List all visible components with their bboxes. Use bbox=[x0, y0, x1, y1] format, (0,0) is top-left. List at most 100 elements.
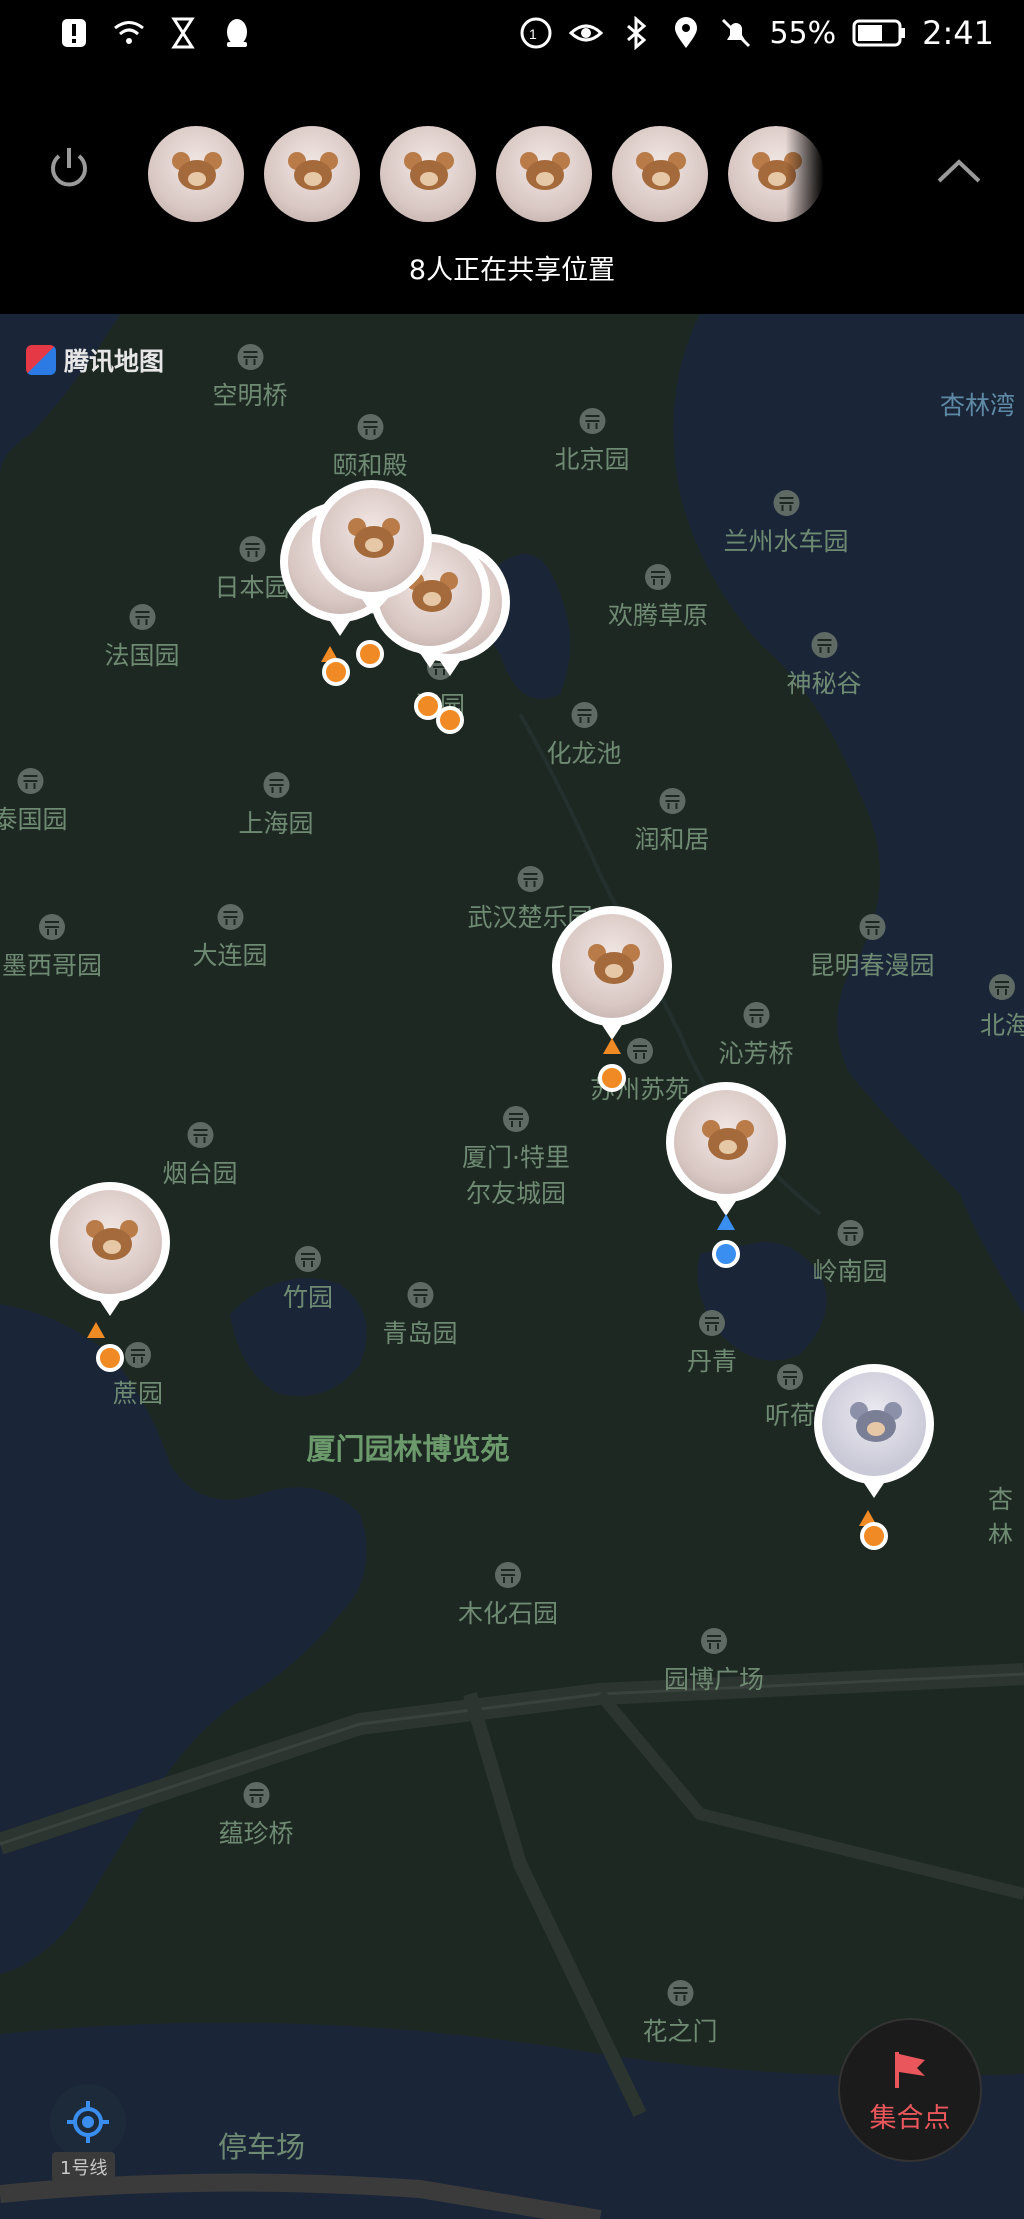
qq-icon bbox=[227, 19, 247, 47]
poi-runheju[interactable]: 润和居 bbox=[634, 788, 710, 856]
pavilion-icon bbox=[294, 1246, 321, 1272]
battery-icon bbox=[852, 19, 906, 47]
poi-faguoyuan[interactable]: 法国园 bbox=[104, 604, 180, 672]
poi-lingnan[interactable]: 岭南园 bbox=[812, 1220, 888, 1288]
heading-arrow-icon bbox=[87, 1322, 105, 1338]
tencent-map-icon bbox=[26, 345, 56, 375]
poi-huazhimen[interactable]: 花之门 bbox=[642, 1980, 718, 2048]
pavilion-icon bbox=[128, 604, 155, 630]
member-avatar[interactable] bbox=[264, 126, 360, 222]
locate-me-button[interactable] bbox=[50, 2084, 126, 2160]
hd-call-icon: 1 bbox=[520, 17, 552, 49]
svg-text:1: 1 bbox=[529, 26, 537, 42]
pavilion-icon bbox=[38, 914, 65, 940]
pavilion-icon bbox=[700, 1628, 727, 1654]
gather-point-button[interactable]: 集合点 bbox=[838, 2018, 982, 2162]
pavilion-icon bbox=[16, 768, 43, 794]
pavilion-icon bbox=[356, 414, 383, 440]
pavilion-icon bbox=[570, 702, 597, 728]
self-location-dot[interactable] bbox=[712, 1240, 740, 1268]
poi-tinghe[interactable]: 听荷 bbox=[765, 1364, 815, 1432]
map-view[interactable]: 腾讯地图 杏林湾 空明桥 颐和殿 北京园 兰州水车园 日本园 欢腾草原 法国园 … bbox=[0, 314, 1024, 2219]
pavilion-icon bbox=[836, 1220, 863, 1246]
pavilion-icon bbox=[644, 564, 671, 590]
poi-yiheyuan[interactable]: 颐和殿 bbox=[332, 414, 408, 482]
poi-shenmigu[interactable]: 神秘谷 bbox=[786, 632, 862, 700]
pavilion-icon bbox=[236, 344, 263, 370]
clock: 2:41 bbox=[922, 14, 994, 52]
poi-ribenyuan[interactable]: 日本园 bbox=[214, 536, 290, 604]
poi-kunming[interactable]: 昆明春漫园 bbox=[809, 914, 935, 982]
crosshair-icon bbox=[67, 2101, 109, 2143]
poi-hualongchi[interactable]: 化龙池 bbox=[546, 702, 622, 770]
power-icon[interactable] bbox=[42, 142, 96, 196]
pavilion-icon bbox=[772, 490, 799, 516]
member-pin[interactable] bbox=[552, 906, 672, 1040]
chevron-up-icon[interactable] bbox=[934, 156, 984, 186]
parking-label: 停车场 bbox=[218, 2130, 306, 2164]
flag-icon bbox=[895, 2051, 925, 2088]
edge-label-xinglinwan: 杏林湾 bbox=[940, 391, 1016, 420]
member-avatar[interactable] bbox=[728, 126, 824, 222]
poi-yantaiyuan[interactable]: 烟台园 bbox=[162, 1122, 238, 1190]
member-location-dot[interactable] bbox=[322, 658, 350, 686]
gather-point-label: 集合点 bbox=[869, 2102, 951, 2134]
status-bar: 1 55% 2:41 bbox=[0, 0, 1024, 72]
pavilion-icon bbox=[742, 1002, 769, 1028]
battery-percent: 55% bbox=[769, 15, 837, 51]
poi-qingdao[interactable]: 青岛园 bbox=[382, 1282, 458, 1350]
wifi-icon bbox=[114, 21, 144, 44]
self-pin[interactable] bbox=[666, 1082, 786, 1216]
poi-zhuyuan[interactable]: 竹园 bbox=[283, 1246, 333, 1314]
pavilion-icon bbox=[658, 788, 685, 814]
member-pin[interactable] bbox=[50, 1182, 170, 1316]
poi-dalianyuan[interactable]: 大连园 bbox=[192, 904, 268, 972]
pavilion-icon bbox=[242, 1782, 269, 1808]
heading-arrow-icon bbox=[717, 1214, 735, 1230]
poi-huanteng[interactable]: 欢腾草原 bbox=[608, 564, 708, 632]
poi-muhuashi[interactable]: 木化石园 bbox=[458, 1562, 558, 1630]
pavilion-icon bbox=[626, 1038, 653, 1064]
mute-icon bbox=[722, 18, 751, 48]
member-pin[interactable] bbox=[814, 1364, 934, 1498]
pavilion-icon bbox=[989, 974, 1015, 1000]
poi-qinfangqiao[interactable]: 沁芳桥 bbox=[718, 1002, 794, 1070]
pavilion-icon bbox=[776, 1364, 803, 1390]
pavilion-icon bbox=[262, 772, 289, 798]
member-avatar[interactable] bbox=[496, 126, 592, 222]
metro-line-badge: 1号线 bbox=[52, 2152, 116, 2182]
poi-xinglin-shuili[interactable]: 杏林水利 bbox=[988, 1474, 1024, 1544]
pavilion-icon bbox=[810, 632, 837, 658]
member-location-dot[interactable] bbox=[436, 706, 464, 734]
poi-beihai[interactable]: 北海北海·银滩情 bbox=[980, 974, 1024, 1042]
poi-yunzhenqiao[interactable]: 蕴珍桥 bbox=[218, 1782, 294, 1850]
sharing-count-text: 8人正在共享位置 bbox=[408, 255, 616, 286]
poi-shanghaiyuan[interactable]: 上海园 bbox=[238, 772, 314, 840]
pavilion-icon bbox=[666, 1980, 693, 2006]
pavilion-icon bbox=[216, 904, 243, 930]
poi-mexico[interactable]: 墨西哥园 bbox=[2, 914, 102, 982]
location-icon bbox=[675, 17, 698, 48]
poi-taiguoyuan[interactable]: 泰国园 bbox=[0, 768, 68, 836]
poi-lanzhou[interactable]: 兰州水车园 bbox=[723, 490, 849, 558]
poi-kongmingqiao[interactable]: 空明桥 bbox=[212, 344, 288, 412]
park-area-name: 厦门园林博览苑 bbox=[306, 1432, 510, 1466]
member-location-dot[interactable] bbox=[96, 1344, 124, 1372]
member-location-dot[interactable] bbox=[598, 1064, 626, 1092]
pavilion-icon bbox=[858, 914, 885, 940]
notification-alert-icon bbox=[62, 19, 86, 47]
pavilion-icon bbox=[516, 866, 543, 892]
member-avatar[interactable] bbox=[148, 126, 244, 222]
map-provider-name: 腾讯地图 bbox=[64, 347, 165, 376]
member-location-dot[interactable] bbox=[860, 1522, 888, 1550]
member-avatar[interactable] bbox=[612, 126, 708, 222]
bluetooth-icon bbox=[627, 16, 647, 50]
hourglass-icon bbox=[171, 17, 195, 49]
member-avatar-list bbox=[148, 126, 824, 222]
poi-yuanbo[interactable]: 园博广场 bbox=[664, 1628, 764, 1696]
member-pin[interactable] bbox=[312, 480, 432, 614]
poi-beijingyuan[interactable]: 北京园 bbox=[554, 408, 630, 476]
poi-danqing[interactable]: 丹青 bbox=[687, 1310, 737, 1378]
member-avatar[interactable] bbox=[380, 126, 476, 222]
poi-xiamen-trier[interactable]: 厦门·特里尔友城园 bbox=[451, 1106, 581, 1210]
